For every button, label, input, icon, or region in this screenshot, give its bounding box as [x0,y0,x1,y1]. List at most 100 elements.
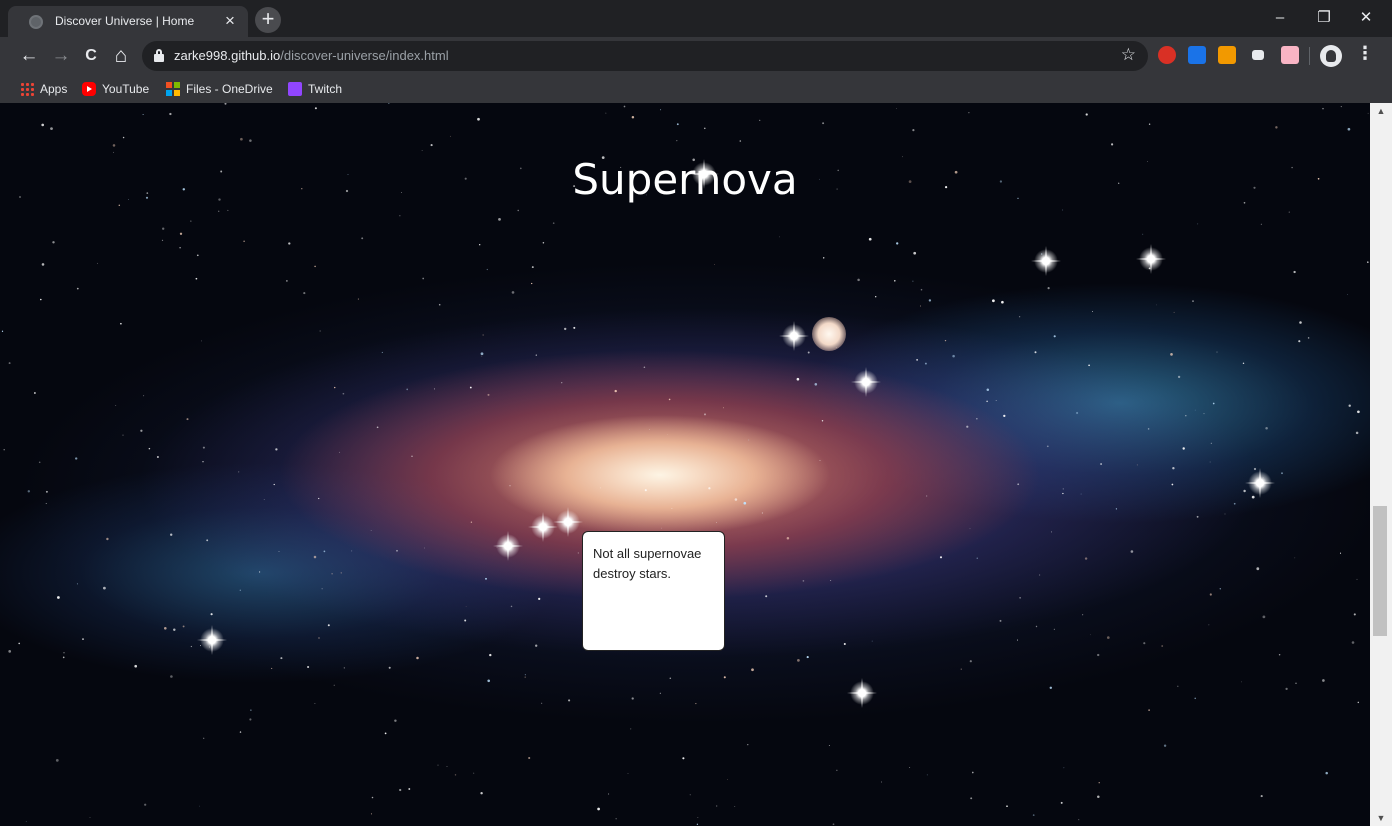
background-star [399,788,402,792]
background-star [186,418,189,421]
browser-menu-icon[interactable]: ⋮ [1356,43,1374,64]
background-star [170,675,173,678]
background-star [552,222,555,224]
background-star [103,586,106,590]
background-star [1016,639,1019,641]
background-star [195,277,198,280]
background-star [881,781,882,783]
background-star [1197,223,1199,225]
background-star [631,697,634,700]
supernova-star[interactable] [528,515,558,539]
supernova-star[interactable] [493,534,523,558]
bookmark-apps[interactable]: Apps [20,80,67,98]
background-star [916,359,918,361]
supernova-star[interactable] [779,324,809,348]
background-star [909,767,911,768]
background-star [630,728,632,730]
bookmark-onedrive[interactable]: Files - OneDrive [166,80,273,98]
background-star [38,461,41,464]
url-text[interactable]: zarke998.github.io/discover-universe/ind… [174,48,449,63]
lock-icon[interactable] [154,49,164,62]
address-bar[interactable]: zarke998.github.io/discover-universe/ind… [142,41,1148,71]
background-star [531,282,533,285]
background-star [1006,805,1008,808]
background-star [868,237,872,241]
background-star [779,236,780,238]
close-window-button[interactable]: ✕ [1346,6,1386,30]
background-star [156,455,159,459]
rss-extension-icon[interactable] [1218,46,1236,64]
supernova-star[interactable] [1031,249,1061,273]
reload-button[interactable]: C [78,43,104,69]
background-star [196,254,199,257]
supernova-star[interactable] [197,628,227,652]
background-star [1347,127,1351,131]
background-star [819,460,821,462]
background-star [370,530,372,531]
supernova-star[interactable] [847,681,877,705]
background-star [836,769,838,771]
background-star [969,528,971,530]
background-star [41,263,45,266]
back-button[interactable]: ← [16,43,42,69]
tab-title: Discover Universe | Home [55,14,195,28]
scroll-up-arrow-icon[interactable]: ▲ [1370,103,1392,119]
background-star [8,650,12,653]
background-star [182,625,185,628]
background-star [828,744,830,747]
background-star [649,429,650,430]
background-star [303,292,306,295]
background-star [1062,488,1064,490]
supernova-star[interactable] [553,510,583,534]
background-star [1172,467,1175,470]
background-star [45,490,48,493]
minimize-button[interactable]: – [1260,6,1300,30]
background-star [351,550,353,552]
background-star [1347,294,1348,295]
supernova-star[interactable] [1136,247,1166,271]
bookmark-twitch[interactable]: Twitch [288,80,342,98]
home-button[interactable]: ⌂ [108,43,134,69]
background-star [1035,625,1038,628]
background-star [1049,686,1053,690]
background-star [480,352,484,356]
background-star [465,606,467,607]
background-star [318,637,320,639]
scroll-down-arrow-icon[interactable]: ▼ [1370,810,1392,826]
blue-extension-icon[interactable] [1188,46,1206,64]
bookmark-youtube[interactable]: YouTube [82,80,149,98]
background-star [106,537,109,541]
mail-extension-icon[interactable] [1252,50,1264,60]
background-star [1295,682,1297,685]
background-star [913,251,917,255]
close-tab-icon[interactable]: × [220,11,240,31]
microsoft-icon [166,82,180,96]
tab-active[interactable]: Discover Universe | Home × [8,6,248,37]
supernova-star[interactable] [851,370,881,394]
background-star [952,354,955,358]
background-star [807,351,810,354]
background-star [314,265,316,268]
background-star [243,240,245,242]
page-scrollbar[interactable]: ▲ ▼ [1370,103,1392,826]
restore-button[interactable]: ❐ [1304,6,1344,30]
background-star [479,244,481,246]
new-tab-button[interactable]: + [255,7,281,33]
background-star [510,605,513,608]
background-star [797,659,800,662]
background-star [524,674,526,676]
background-star [1275,126,1278,129]
bright-star [812,317,846,351]
profile-avatar-icon[interactable] [1320,45,1342,67]
scrollbar-thumb[interactable] [1373,506,1387,636]
background-star [1063,767,1065,769]
bookmark-star-icon[interactable]: ☆ [1121,45,1136,65]
background-star [430,144,433,147]
forward-button[interactable]: → [48,43,74,69]
red-book-extension-icon[interactable] [1281,46,1299,64]
background-star [669,677,672,680]
supernova-star[interactable] [1245,471,1275,495]
red-extension-icon[interactable] [1158,46,1176,64]
bookmark-label: Apps [40,82,68,96]
background-star [535,644,538,647]
